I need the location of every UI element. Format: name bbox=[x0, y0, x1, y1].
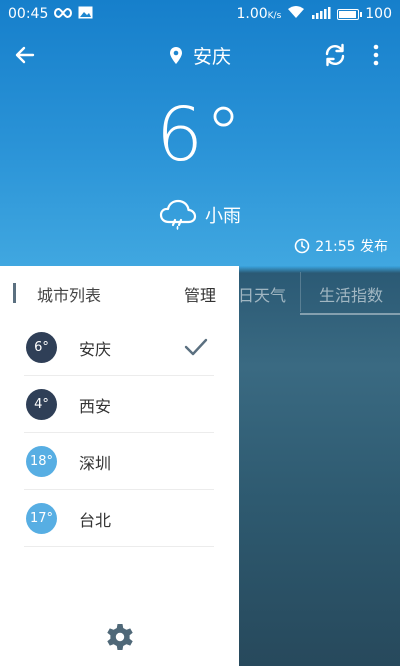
current-temperature: 6° bbox=[155, 92, 245, 178]
city-item-taipei[interactable]: 17° 台北 bbox=[24, 490, 214, 547]
gear-icon bbox=[107, 624, 133, 650]
city-name: 安庆 bbox=[79, 340, 112, 359]
drawer-accent-bar bbox=[13, 283, 16, 303]
more-vertical-icon bbox=[373, 44, 379, 66]
battery-icon bbox=[337, 8, 363, 20]
drawer-title: 城市列表 bbox=[37, 286, 102, 305]
city-temp-badge: 4° bbox=[26, 389, 57, 420]
wifi-icon bbox=[287, 5, 305, 23]
city-temp-badge: 17° bbox=[26, 503, 57, 534]
city-list-drawer: 城市列表 管理 6° 安庆 4° 西安 18° 深圳 17° 台北 bbox=[0, 266, 239, 666]
signal-icon bbox=[311, 6, 331, 23]
refresh-icon bbox=[325, 43, 345, 67]
status-time: 00:45 bbox=[8, 6, 49, 22]
status-bar: 00:45 1.00K/s 100 bbox=[0, 0, 400, 28]
battery-level: 100 bbox=[365, 6, 392, 22]
location-pin-icon bbox=[169, 47, 182, 64]
tab-life-index[interactable]: 生活指数 bbox=[319, 282, 383, 306]
city-temp-badge: 6° bbox=[26, 332, 57, 363]
manage-button[interactable]: 管理 bbox=[184, 282, 216, 306]
drawer-header: 城市列表 管理 bbox=[0, 266, 239, 318]
city-temp-badge: 18° bbox=[26, 446, 57, 477]
clock-icon bbox=[294, 238, 310, 254]
city-name: 深圳 bbox=[79, 454, 112, 473]
publish-time-label: 21:55 发布 bbox=[315, 239, 388, 255]
tab-divider bbox=[300, 272, 301, 312]
settings-button[interactable] bbox=[104, 621, 136, 653]
publish-time: 21:55 发布 bbox=[294, 236, 388, 256]
city-item-xian[interactable]: 4° 西安 bbox=[24, 376, 214, 433]
city-item-shenzhen[interactable]: 18° 深圳 bbox=[24, 433, 214, 490]
tab-daily-weather[interactable]: 日天气 bbox=[238, 282, 286, 306]
image-notification-icon bbox=[78, 6, 93, 23]
city-item-anqing[interactable]: 6° 安庆 bbox=[24, 319, 214, 376]
tab-underline bbox=[300, 313, 400, 315]
light-rain-icon bbox=[159, 199, 197, 230]
weather-condition: 小雨 bbox=[0, 198, 400, 232]
top-bar: 安庆 bbox=[0, 36, 400, 76]
network-speed: 1.00K/s bbox=[236, 6, 282, 22]
city-name: 西安 bbox=[79, 397, 112, 416]
city-name: 台北 bbox=[79, 511, 112, 530]
check-icon bbox=[184, 338, 208, 356]
location-name: 安庆 bbox=[192, 46, 231, 68]
infinity-icon bbox=[54, 6, 73, 22]
more-options-button[interactable] bbox=[366, 42, 386, 70]
refresh-button[interactable] bbox=[322, 42, 350, 70]
condition-label: 小雨 bbox=[205, 206, 241, 227]
